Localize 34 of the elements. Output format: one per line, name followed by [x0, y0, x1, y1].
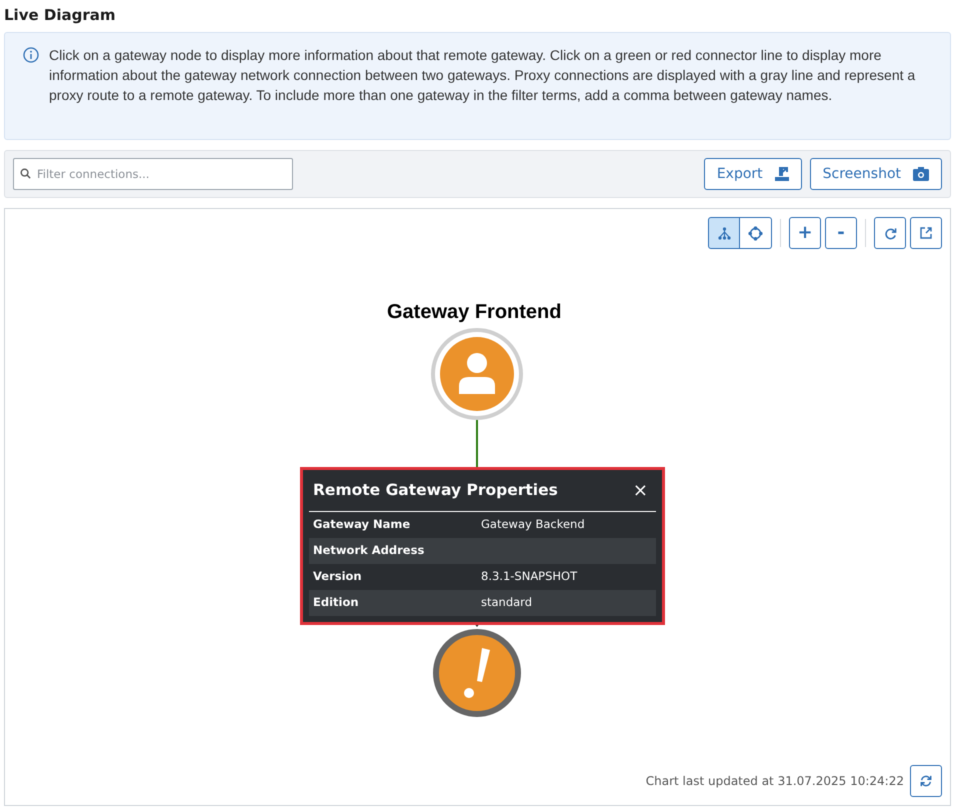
- open-external-button[interactable]: [910, 217, 942, 249]
- hierarchy-icon: [718, 226, 730, 240]
- search-icon: [20, 168, 31, 179]
- camera-icon: [913, 167, 929, 181]
- popup-title: Remote Gateway Properties: [313, 480, 558, 501]
- property-value: 8.3.1-SNAPSHOT: [481, 568, 578, 586]
- screenshot-button[interactable]: Screenshot: [810, 158, 942, 190]
- zoom-in-button[interactable]: +: [789, 217, 821, 249]
- reset-button[interactable]: [874, 217, 906, 249]
- info-text: Click on a gateway node to display more information about that remote gateway. Click on a green or red connector line to display more information about the gateway network connection between two gateways. Proxy connections are displayed with a gray line and represent a proxy route to a remote gateway. To include more than one gateway in the filter terms, add a comma between gateway names.: [49, 46, 916, 105]
- zoom-out-button[interactable]: -: [825, 217, 857, 249]
- circle-nodes-icon: [748, 226, 763, 240]
- property-name: Version: [313, 568, 363, 586]
- info-icon: [23, 47, 39, 63]
- last-updated-text: Chart last updated at 31.07.2025 10:24:22: [646, 773, 904, 790]
- refresh-button[interactable]: [910, 765, 942, 797]
- tree-layout-button[interactable]: [708, 217, 740, 249]
- filter-field[interactable]: Filter connections...: [13, 158, 293, 190]
- property-name: Gateway Name: [313, 516, 412, 534]
- close-button[interactable]: ×: [628, 482, 652, 500]
- node-label: Gateway Frontend: [387, 300, 562, 325]
- external-link-icon: [920, 227, 932, 239]
- gateway-node[interactable]: [431, 328, 523, 420]
- property-name: Edition: [313, 594, 360, 612]
- page-title: Live Diagram: [4, 5, 116, 26]
- export-icon: [774, 167, 789, 181]
- property-value: standard: [481, 594, 532, 612]
- property-name: Network Address: [313, 542, 426, 560]
- gateway-warning-node[interactable]: [432, 628, 522, 718]
- export-button[interactable]: Export: [704, 158, 802, 190]
- refresh-icon: [920, 775, 932, 787]
- refresh-icon: [884, 226, 896, 240]
- property-value: Gateway Backend: [481, 516, 585, 534]
- radial-layout-button[interactable]: [740, 217, 772, 249]
